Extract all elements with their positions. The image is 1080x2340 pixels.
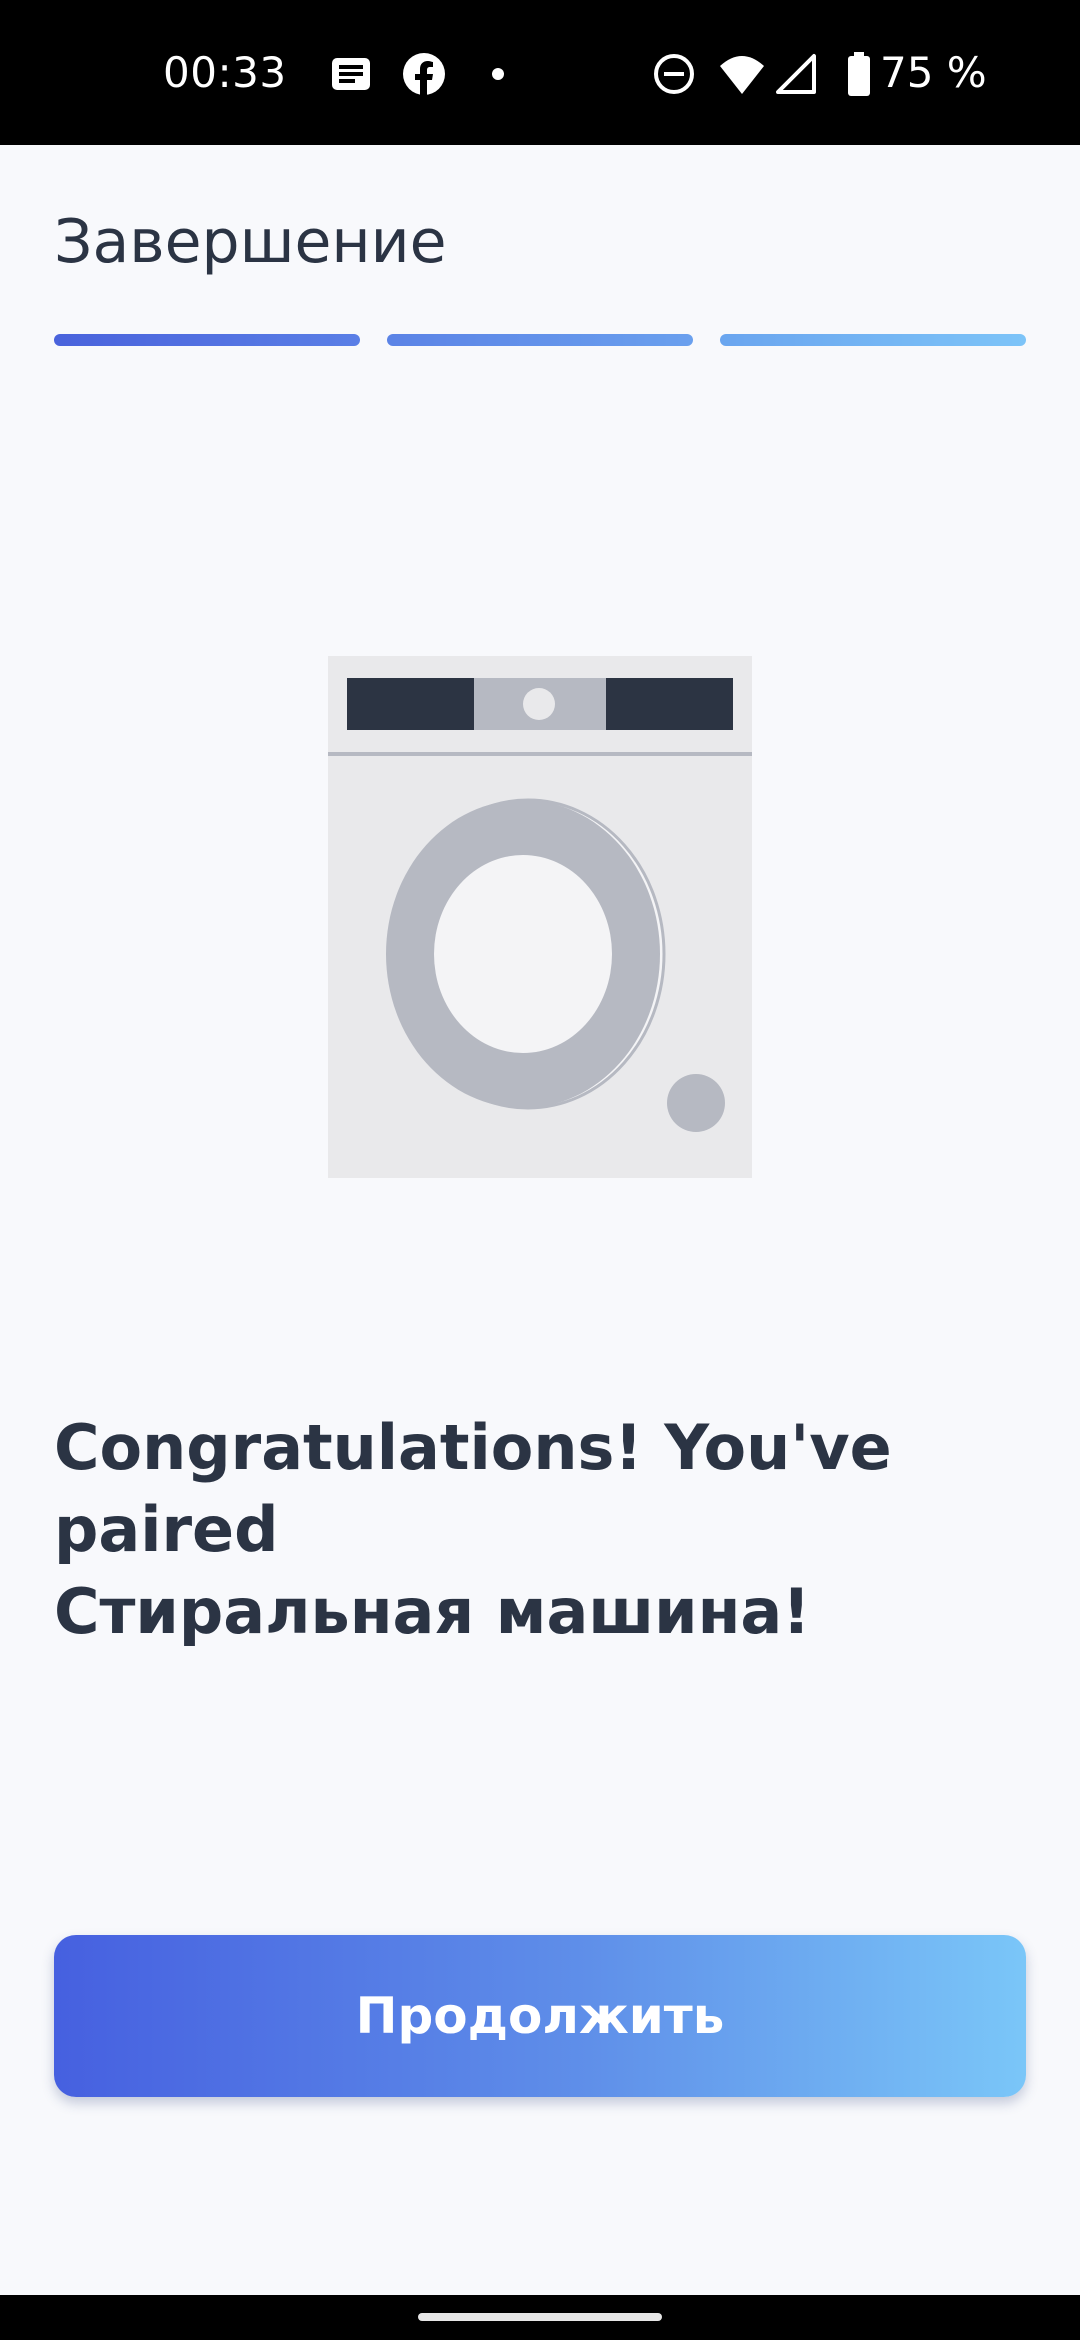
signal-icon [776,54,816,94]
facebook-icon [403,53,445,95]
continue-button-label: Продолжить [355,1987,725,2045]
progress-step-2 [387,334,693,346]
status-time: 00:33 [163,48,287,97]
dot-icon [492,68,504,80]
continue-button[interactable]: Продолжить [54,1935,1026,2097]
wifi-icon [720,56,764,94]
home-handle[interactable] [418,2313,662,2321]
notification-icon [332,58,370,90]
status-bar: 00:33 75 % [0,0,1080,145]
progress-step-3 [720,334,1026,346]
do-not-disturb-icon [654,54,694,94]
navigation-bar [0,2295,1080,2340]
success-message-line-2: Стиральная машина! [54,1575,811,1648]
success-message-line-1: Congratulations! You've paired [54,1411,892,1566]
progress-step-1 [54,334,360,346]
success-message: Congratulations! You've paired Стиральна… [54,1407,1034,1653]
battery-percent: 75 % [880,48,987,97]
page-title: Завершение [54,207,447,277]
battery-icon [848,52,870,96]
washing-machine-icon [328,656,752,1178]
